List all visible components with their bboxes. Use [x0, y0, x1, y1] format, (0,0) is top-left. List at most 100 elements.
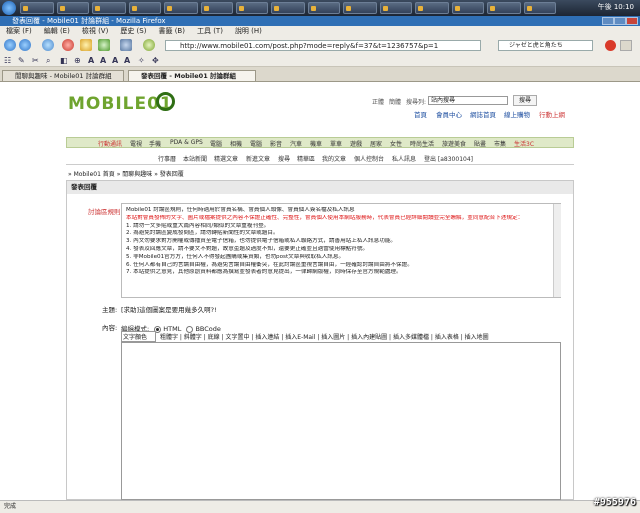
menu-file[interactable]: 檔案 (F): [6, 27, 32, 35]
adblock-icon[interactable]: [605, 40, 616, 51]
category-item[interactable]: 單車: [330, 139, 342, 148]
category-item[interactable]: 電視: [130, 139, 142, 148]
italic-button[interactable]: 斜體字: [184, 334, 202, 341]
link-simplified[interactable]: 簡體: [389, 97, 401, 106]
taskbar-button[interactable]: [164, 2, 198, 14]
site-search-button[interactable]: 搜尋: [513, 95, 537, 106]
home-icon[interactable]: [80, 39, 92, 51]
category-item[interactable]: 行動通訊: [98, 139, 122, 148]
subnav-item[interactable]: 我的文章: [322, 154, 346, 163]
site-search-input[interactable]: 站內搜尋: [428, 96, 508, 105]
subnav-item[interactable]: 個人控制台: [354, 154, 384, 163]
category-item[interactable]: 時尚生活: [410, 139, 434, 148]
insert-sticker-button[interactable]: 插入內建貼圖: [351, 334, 387, 341]
subnav-item[interactable]: 搜尋: [278, 154, 290, 163]
maximize-button[interactable]: [614, 17, 626, 25]
category-item[interactable]: 機車: [310, 139, 322, 148]
menu-view[interactable]: 檢視 (V): [82, 27, 108, 35]
category-item[interactable]: 手機: [149, 139, 161, 148]
link-member-center[interactable]: 會員中心: [436, 109, 462, 119]
link-blog[interactable]: 網誌首頁: [470, 109, 496, 119]
addon-icon[interactable]: [143, 39, 155, 51]
taskbar-button[interactable]: [92, 2, 126, 14]
taskbar-button[interactable]: [415, 2, 449, 14]
stop-icon[interactable]: [62, 39, 74, 51]
tab-chat[interactable]: 閒聊與趣味 - Mobile01 討論群組: [2, 70, 124, 81]
taskbar-button[interactable]: [271, 2, 305, 14]
subnav-item[interactable]: 行事曆: [158, 154, 176, 163]
forward-icon[interactable]: [19, 39, 31, 51]
toolbar-icon[interactable]: ✎: [18, 56, 25, 65]
toolbar-icon[interactable]: ✂: [32, 56, 39, 65]
category-item[interactable]: PDA & GPS: [170, 139, 203, 146]
category-item[interactable]: 遊戲: [350, 139, 362, 148]
taskbar-button[interactable]: [452, 2, 484, 14]
font-size-icon[interactable]: A: [88, 56, 94, 65]
search-go-icon[interactable]: [620, 40, 632, 51]
minimize-button[interactable]: [602, 17, 614, 25]
taskbar-button[interactable]: [20, 2, 54, 14]
menu-edit[interactable]: 編輯 (E): [44, 27, 70, 35]
taskbar-button[interactable]: [308, 2, 340, 14]
font-size-icon[interactable]: A: [112, 56, 118, 65]
font-size-icon[interactable]: A: [124, 56, 130, 65]
subnav-item[interactable]: 本站新聞: [183, 154, 207, 163]
category-item[interactable]: 電腦: [210, 139, 222, 148]
category-item[interactable]: 電腦: [250, 139, 262, 148]
link-shop[interactable]: 線上購物: [504, 109, 530, 119]
subnav-item[interactable]: 精選文章: [214, 154, 238, 163]
message-textarea[interactable]: [121, 342, 561, 500]
toolbar-icon[interactable]: ✧: [138, 56, 145, 65]
toolbar-icon[interactable]: ⌕: [46, 56, 50, 66]
insert-map-button[interactable]: 插入地圖: [465, 334, 489, 341]
category-item[interactable]: 女性: [390, 139, 402, 148]
taskbar-button[interactable]: [380, 2, 412, 14]
menu-help[interactable]: 說明 (H): [235, 27, 262, 35]
toolbar-icon[interactable]: ◧: [60, 56, 68, 65]
insert-media-button[interactable]: 插入多媒體檔: [393, 334, 429, 341]
insert-image-button[interactable]: 插入圖片: [321, 334, 345, 341]
category-item[interactable]: 市集: [494, 139, 506, 148]
taskbar-button[interactable]: [129, 2, 161, 14]
text-color-select[interactable]: 文字顏色: [121, 331, 157, 342]
subnav-item[interactable]: 精華區: [297, 154, 315, 163]
subnav-item[interactable]: 登出 [a8300104]: [424, 154, 473, 163]
subnav-item[interactable]: 新進文章: [246, 154, 270, 163]
taskbar-button[interactable]: [524, 2, 556, 14]
insert-email-button[interactable]: 插入E-Mail: [285, 334, 315, 341]
link-mobile[interactable]: 行動上網: [539, 109, 565, 119]
toolbar-icon[interactable]: ⊕: [74, 56, 81, 65]
insert-table-button[interactable]: 插入表格: [435, 334, 459, 341]
menu-tools[interactable]: 工具 (T): [197, 27, 223, 35]
category-item[interactable]: 貼畫: [474, 139, 486, 148]
rules-box[interactable]: Mobile01 討論區規則，任何時適用於會員名稱、會員個人頭像、會員個人簽名檔…: [121, 203, 561, 298]
reload-icon[interactable]: [42, 39, 54, 51]
taskbar-button[interactable]: [487, 2, 521, 14]
category-item[interactable]: 旅遊美食: [442, 139, 466, 148]
browser-search-input[interactable]: ジャゼと虎と角たち: [498, 40, 593, 51]
link-traditional[interactable]: 正體: [372, 97, 384, 106]
category-item[interactable]: 影音: [270, 139, 282, 148]
toolbar-icon[interactable]: ✥: [152, 56, 159, 65]
start-button[interactable]: [2, 1, 16, 15]
toolbar-icon[interactable]: ☷: [4, 56, 11, 65]
taskbar-button[interactable]: [201, 2, 233, 14]
underline-button[interactable]: 底線: [208, 334, 220, 341]
tab-reply[interactable]: 發表回覆 - Mobile01 討論群組: [128, 70, 256, 81]
address-bar[interactable]: http://www.mobile01.com/post.php?mode=re…: [165, 40, 481, 51]
taskbar-button[interactable]: [343, 2, 377, 14]
category-item[interactable]: 居家: [370, 139, 382, 148]
category-item[interactable]: 汽車: [290, 139, 302, 148]
link-home[interactable]: 首頁: [414, 109, 427, 119]
print-icon[interactable]: [120, 39, 132, 51]
back-icon[interactable]: [4, 39, 16, 51]
category-item[interactable]: 相機: [230, 139, 242, 148]
bookmark-icon[interactable]: [98, 39, 110, 51]
font-size-icon[interactable]: A: [100, 56, 106, 65]
center-button[interactable]: 文字置中: [226, 334, 250, 341]
rules-scrollbar[interactable]: [553, 204, 561, 297]
bold-button[interactable]: 粗體字: [160, 334, 178, 341]
taskbar-button[interactable]: [57, 2, 89, 14]
insert-link-button[interactable]: 插入連結: [255, 334, 279, 341]
taskbar-button[interactable]: [236, 2, 268, 14]
